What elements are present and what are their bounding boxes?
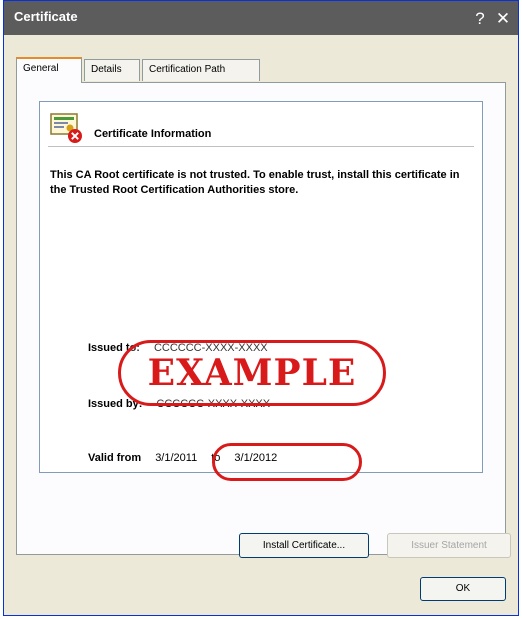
help-button[interactable]: ?	[470, 9, 490, 29]
valid-from-value: 3/1/2011	[155, 452, 198, 464]
certificate-information-box: Certificate Information This CA Root cer…	[39, 101, 483, 473]
trust-warning-text: This CA Root certificate is not trusted.…	[50, 169, 460, 196]
install-button-highlight	[212, 443, 362, 481]
install-certificate-button[interactable]: Install Certificate...	[239, 533, 369, 558]
certificate-untrusted-icon	[50, 112, 84, 144]
valid-from-label: Valid from	[88, 452, 142, 464]
general-tab-panel: Certificate Information This CA Root cer…	[16, 82, 511, 558]
window-title: Certificate	[14, 9, 78, 24]
example-watermark-stamp: EXAMPLE	[118, 340, 386, 406]
info-heading: Certificate Information	[94, 128, 212, 140]
close-button[interactable]: ✕	[493, 9, 513, 29]
tab-certification-path[interactable]: Certification Path	[142, 59, 260, 81]
tab-general[interactable]: General	[16, 57, 82, 83]
info-divider	[48, 146, 474, 147]
title-bar[interactable]: Certificate ? ✕	[4, 1, 518, 35]
tab-details[interactable]: Details	[84, 59, 140, 81]
ok-button[interactable]: OK	[420, 577, 506, 601]
certificate-dialog: Certificate ? ✕ General Details Certific…	[3, 0, 519, 616]
issuer-statement-button: Issuer Statement	[387, 533, 511, 558]
